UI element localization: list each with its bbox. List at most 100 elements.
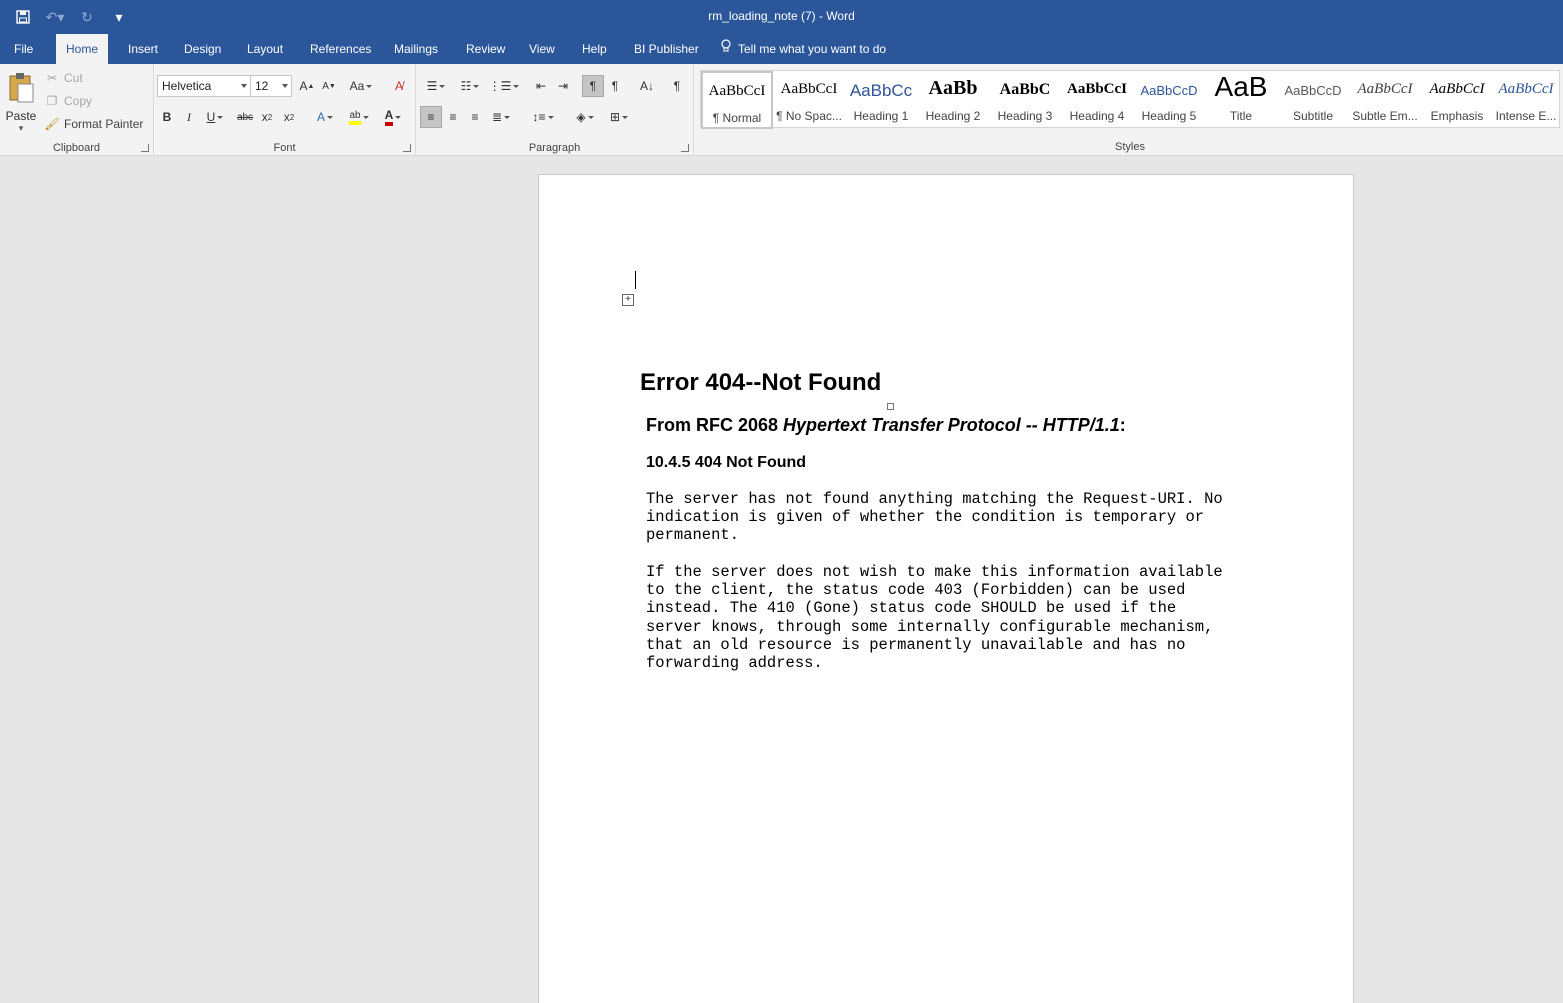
show-formatting-icon[interactable]: ¶ xyxy=(666,75,688,97)
style-preview: AaB xyxy=(1214,71,1268,102)
tab-review[interactable]: Review xyxy=(456,34,515,64)
section-heading: 10.4.5 404 Not Found xyxy=(646,454,807,471)
copy-button[interactable]: ❐ Copy xyxy=(44,93,92,109)
tab-help[interactable]: Help xyxy=(572,34,617,64)
style-heading-1[interactable]: AaBbCc Heading 1 xyxy=(845,71,917,129)
shrink-font-icon[interactable]: A ▼ xyxy=(318,75,340,97)
format-painter-button[interactable]: 🖌 Format Painter xyxy=(44,116,143,132)
justify-icon[interactable]: ≣ xyxy=(486,106,516,128)
style-no-spacing[interactable]: AaBbCcI ¶ No Spac... xyxy=(773,71,845,129)
subscript-icon[interactable]: x2 xyxy=(256,106,278,128)
styles-label: Styles xyxy=(1115,141,1145,153)
paste-dropdown-icon[interactable]: ▾ xyxy=(4,123,38,134)
font-group: Helvetica 12 A ▲ A ▼ Aa A̸ B I U abc x2 x2… xyxy=(154,64,416,156)
font-label: Font xyxy=(273,142,296,154)
style-name: Subtitle xyxy=(1292,109,1334,123)
paragraph-2: If the server does not wish to make this… xyxy=(646,563,1223,673)
lightbulb-icon xyxy=(720,34,732,64)
style-preview: AaBbCcI xyxy=(1066,81,1127,97)
tab-mailings[interactable]: Mailings xyxy=(384,34,448,64)
style-subtle-emphasis[interactable]: AaBbCcI Subtle Em... xyxy=(1349,71,1421,129)
font-name-combo[interactable]: Helvetica xyxy=(157,75,251,97)
clipboard-label: Clipboard xyxy=(52,142,101,154)
numbering-icon[interactable]: ☷ xyxy=(454,75,486,97)
style-preview: AaBbCcI xyxy=(708,83,766,99)
superscript-icon[interactable]: x2 xyxy=(278,106,300,128)
clipboard-group: Paste ▾ ✂ Cut ❐ Copy 🖌 Format Painter Clipb… xyxy=(0,64,154,156)
style-emphasis[interactable]: AaBbCcI Emphasis xyxy=(1421,71,1493,129)
style-name: Emphasis xyxy=(1430,109,1484,123)
style-name: Heading 4 xyxy=(1069,109,1125,123)
cut-button[interactable]: ✂ Cut xyxy=(44,70,83,86)
decrease-indent-icon[interactable]: ⇤ xyxy=(530,75,552,97)
style-preview: AaBbCc xyxy=(849,81,913,100)
grow-font-icon[interactable]: A ▲ xyxy=(296,75,318,97)
style-title[interactable]: AaB Title xyxy=(1205,71,1277,129)
bold-icon[interactable]: B xyxy=(156,106,178,128)
tab-references[interactable]: References xyxy=(300,34,381,64)
paste-button[interactable]: Paste ▾ xyxy=(4,70,38,134)
document-page[interactable]: + Error 404--Not Found From RFC 2068 Hyp… xyxy=(538,174,1354,1003)
style-name: Title xyxy=(1229,109,1253,123)
clipboard-launcher-icon[interactable] xyxy=(141,144,149,152)
font-color-icon[interactable]: A xyxy=(378,106,408,128)
tab-insert[interactable]: Insert xyxy=(118,34,168,64)
tab-design[interactable]: Design xyxy=(174,34,231,64)
italic-icon[interactable]: I xyxy=(178,106,200,128)
copy-icon: ❐ xyxy=(46,94,58,108)
paragraph-label: Paragraph xyxy=(528,142,581,154)
style-name: ¶ Normal xyxy=(712,111,762,125)
page-heading: Error 404--Not Found xyxy=(640,369,882,396)
paragraph-launcher-icon[interactable] xyxy=(681,144,689,152)
style-subtitle[interactable]: AaBbCcD Subtitle xyxy=(1277,71,1349,129)
strikethrough-icon[interactable]: abc xyxy=(234,106,256,128)
style-preview: AaBbCcD xyxy=(1140,83,1198,98)
tell-me-label: Tell me what you want to do xyxy=(738,42,887,56)
style-name: Heading 1 xyxy=(853,109,909,123)
style-heading-5[interactable]: AaBbCcD Heading 5 xyxy=(1133,71,1205,129)
underline-icon[interactable]: U xyxy=(200,106,230,128)
multilevel-list-icon[interactable]: ⋮☰ xyxy=(488,75,520,97)
paintbrush-icon: 🖌 xyxy=(44,117,60,131)
rtl-direction-icon[interactable]: ¶ xyxy=(604,75,626,97)
copy-label: Copy xyxy=(64,94,93,108)
paste-icon xyxy=(9,73,34,103)
tell-me-search[interactable]: Tell me what you want to do xyxy=(720,34,886,64)
font-size-combo[interactable]: 12 xyxy=(250,75,292,97)
style-normal[interactable]: AaBbCcI ¶ Normal xyxy=(701,71,773,129)
text-effects-icon[interactable]: A xyxy=(310,106,340,128)
scissors-icon: ✂ xyxy=(46,71,58,85)
increase-indent-icon[interactable]: ⇥ xyxy=(552,75,574,97)
style-heading-2[interactable]: AaBb Heading 2 xyxy=(917,71,989,129)
style-name: Subtle Em... xyxy=(1352,109,1418,123)
align-center-icon[interactable]: ≡ xyxy=(442,106,464,128)
shading-icon[interactable]: ◈ xyxy=(570,106,600,128)
tab-view[interactable]: View xyxy=(519,34,565,64)
style-intense-emphasis[interactable]: AaBbCcI Intense E... xyxy=(1493,71,1559,129)
table-move-handle-icon[interactable]: + xyxy=(622,294,634,306)
align-left-icon[interactable]: ≡ xyxy=(420,106,442,128)
align-right-icon[interactable]: ≡ xyxy=(464,106,486,128)
tab-bi-publisher[interactable]: BI Publisher xyxy=(624,34,709,64)
style-heading-4[interactable]: AaBbCcI Heading 4 xyxy=(1061,71,1133,129)
tab-file[interactable]: File xyxy=(4,34,43,64)
style-preview: AaBb xyxy=(928,77,978,99)
style-name: Heading 3 xyxy=(997,109,1053,123)
ltr-direction-icon[interactable]: ¶ xyxy=(582,75,604,97)
style-preview: AaBbCcI xyxy=(1357,81,1413,97)
sort-icon[interactable]: A↓ xyxy=(636,75,658,97)
title-bar: ↶▾ ↻ ▾ rm_loading_note (7) - Word xyxy=(0,0,1563,34)
highlight-color-icon[interactable]: ab xyxy=(344,106,374,128)
table-resize-handle[interactable] xyxy=(887,403,894,410)
rfc-title: Hypertext Transfer Protocol -- HTTP/1.1 xyxy=(783,415,1120,435)
style-name: ¶ No Spac... xyxy=(776,109,842,123)
change-case-icon[interactable]: Aa xyxy=(346,75,376,97)
bullets-icon[interactable]: ☰ xyxy=(420,75,452,97)
tab-home[interactable]: Home xyxy=(56,34,109,64)
tab-layout[interactable]: Layout xyxy=(237,34,293,64)
clear-formatting-icon[interactable]: A̸ xyxy=(388,75,410,97)
line-spacing-icon[interactable]: ↕≡ xyxy=(528,106,558,128)
font-launcher-icon[interactable] xyxy=(403,144,411,152)
style-heading-3[interactable]: AaBbC Heading 3 xyxy=(989,71,1061,129)
borders-icon[interactable]: ⊞ xyxy=(604,106,634,128)
